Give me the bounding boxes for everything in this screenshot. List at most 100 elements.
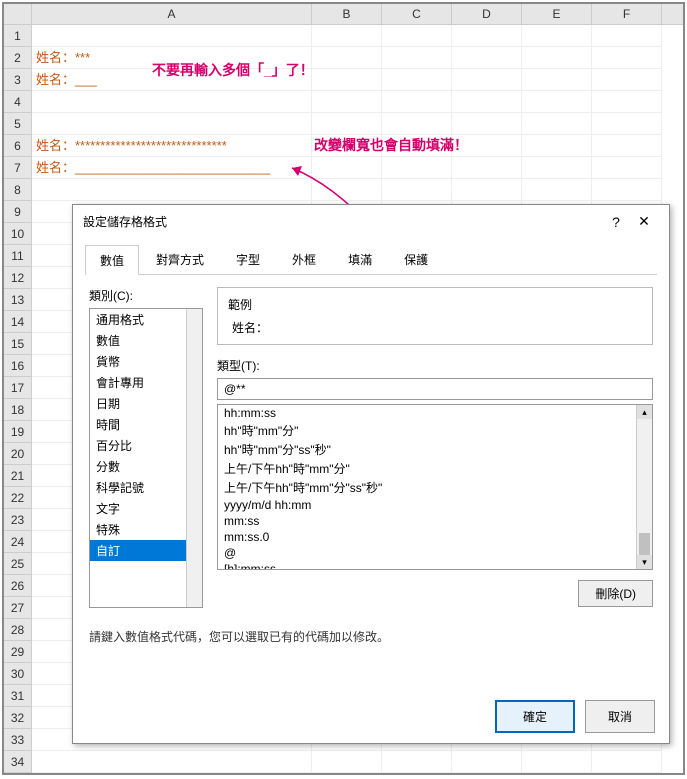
row-header-28[interactable]: 28 xyxy=(4,619,32,641)
type-item[interactable]: @ xyxy=(218,545,652,561)
cell-B34[interactable] xyxy=(312,751,382,773)
cell-E2[interactable] xyxy=(522,47,592,69)
type-item[interactable]: hh"時"mm"分" xyxy=(218,421,652,440)
cell-D3[interactable] xyxy=(452,69,522,91)
cell-E1[interactable] xyxy=(522,25,592,47)
row-header-24[interactable]: 24 xyxy=(4,531,32,553)
cell-F8[interactable] xyxy=(592,179,662,201)
tab-字型[interactable]: 字型 xyxy=(221,244,275,274)
cell-F4[interactable] xyxy=(592,91,662,113)
cell-E6[interactable] xyxy=(522,135,592,157)
select-all-corner[interactable] xyxy=(4,4,32,24)
row-header-30[interactable]: 30 xyxy=(4,663,32,685)
cell-B5[interactable] xyxy=(312,113,382,135)
type-item[interactable]: hh:mm:ss xyxy=(218,405,652,421)
cell-C34[interactable] xyxy=(382,751,452,773)
cell-D5[interactable] xyxy=(452,113,522,135)
col-header-A[interactable]: A xyxy=(32,4,312,24)
scroll-down-icon[interactable]: ▾ xyxy=(637,555,652,569)
cell-D8[interactable] xyxy=(452,179,522,201)
row-header-20[interactable]: 20 xyxy=(4,443,32,465)
row-header-8[interactable]: 8 xyxy=(4,179,32,201)
cell-F7[interactable] xyxy=(592,157,662,179)
row-header-16[interactable]: 16 xyxy=(4,355,32,377)
row-header-3[interactable]: 3 xyxy=(4,69,32,91)
tab-外框[interactable]: 外框 xyxy=(277,244,331,274)
row-header-10[interactable]: 10 xyxy=(4,223,32,245)
cell-E34[interactable] xyxy=(522,751,592,773)
cancel-button[interactable]: 取消 xyxy=(585,700,655,733)
row-header-18[interactable]: 18 xyxy=(4,399,32,421)
col-header-C[interactable]: C xyxy=(382,4,452,24)
cell-F2[interactable] xyxy=(592,47,662,69)
cell-D4[interactable] xyxy=(452,91,522,113)
type-item[interactable]: mm:ss xyxy=(218,513,652,529)
close-button[interactable]: ✕ xyxy=(629,213,659,230)
cell-D7[interactable] xyxy=(452,157,522,179)
row-header-11[interactable]: 11 xyxy=(4,245,32,267)
cell-C5[interactable] xyxy=(382,113,452,135)
cell-D1[interactable] xyxy=(452,25,522,47)
tab-保護[interactable]: 保護 xyxy=(389,244,443,274)
row-header-21[interactable]: 21 xyxy=(4,465,32,487)
row-header-5[interactable]: 5 xyxy=(4,113,32,135)
cell-B1[interactable] xyxy=(312,25,382,47)
row-header-15[interactable]: 15 xyxy=(4,333,32,355)
row-header-14[interactable]: 14 xyxy=(4,311,32,333)
scroll-thumb[interactable] xyxy=(639,533,650,555)
row-header-4[interactable]: 4 xyxy=(4,91,32,113)
type-scrollbar[interactable]: ▴ ▾ xyxy=(636,405,652,569)
col-header-B[interactable]: B xyxy=(312,4,382,24)
scroll-up-icon[interactable]: ▴ xyxy=(637,405,652,419)
row-header-6[interactable]: 6 xyxy=(4,135,32,157)
type-item[interactable]: mm:ss.0 xyxy=(218,529,652,545)
row-header-7[interactable]: 7 xyxy=(4,157,32,179)
type-input[interactable] xyxy=(217,378,653,400)
row-header-29[interactable]: 29 xyxy=(4,641,32,663)
cell-F1[interactable] xyxy=(592,25,662,47)
row-header-17[interactable]: 17 xyxy=(4,377,32,399)
ok-button[interactable]: 確定 xyxy=(495,700,575,733)
cell-F5[interactable] xyxy=(592,113,662,135)
category-listbox[interactable]: 通用格式數值貨幣會計專用日期時間百分比分數科學記號文字特殊自訂 xyxy=(89,308,203,608)
cell-C4[interactable] xyxy=(382,91,452,113)
row-header-13[interactable]: 13 xyxy=(4,289,32,311)
type-item[interactable]: yyyy/m/d hh:mm xyxy=(218,497,652,513)
cell-F3[interactable] xyxy=(592,69,662,91)
cell-F6[interactable] xyxy=(592,135,662,157)
type-item[interactable]: hh"時"mm"分"ss"秒" xyxy=(218,440,652,459)
cell-B4[interactable] xyxy=(312,91,382,113)
row-header-1[interactable]: 1 xyxy=(4,25,32,47)
type-item[interactable]: 上午/下午hh"時"mm"分"ss"秒" xyxy=(218,478,652,497)
col-header-E[interactable]: E xyxy=(522,4,592,24)
cell-C8[interactable] xyxy=(382,179,452,201)
cell-E3[interactable] xyxy=(522,69,592,91)
row-header-25[interactable]: 25 xyxy=(4,553,32,575)
tab-對齊方式[interactable]: 對齊方式 xyxy=(141,244,219,274)
row-header-19[interactable]: 19 xyxy=(4,421,32,443)
cell-B2[interactable] xyxy=(312,47,382,69)
cell-B3[interactable] xyxy=(312,69,382,91)
row-header-2[interactable]: 2 xyxy=(4,47,32,69)
cell-D2[interactable] xyxy=(452,47,522,69)
row-header-34[interactable]: 34 xyxy=(4,751,32,773)
cell-C1[interactable] xyxy=(382,25,452,47)
row-header-12[interactable]: 12 xyxy=(4,267,32,289)
cell-F34[interactable] xyxy=(592,751,662,773)
tab-填滿[interactable]: 填滿 xyxy=(333,244,387,274)
cell-B7[interactable] xyxy=(312,157,382,179)
type-item[interactable]: 上午/下午hh"時"mm"分" xyxy=(218,459,652,478)
row-header-27[interactable]: 27 xyxy=(4,597,32,619)
cell-C7[interactable] xyxy=(382,157,452,179)
cell-C3[interactable] xyxy=(382,69,452,91)
row-header-33[interactable]: 33 xyxy=(4,729,32,751)
help-button[interactable]: ? xyxy=(603,214,629,230)
col-header-D[interactable]: D xyxy=(452,4,522,24)
tab-數值[interactable]: 數值 xyxy=(85,245,139,275)
cell-E8[interactable] xyxy=(522,179,592,201)
row-header-23[interactable]: 23 xyxy=(4,509,32,531)
row-header-22[interactable]: 22 xyxy=(4,487,32,509)
type-item[interactable]: [h]:mm:ss xyxy=(218,561,652,570)
cell-A5[interactable] xyxy=(32,113,312,135)
row-header-32[interactable]: 32 xyxy=(4,707,32,729)
